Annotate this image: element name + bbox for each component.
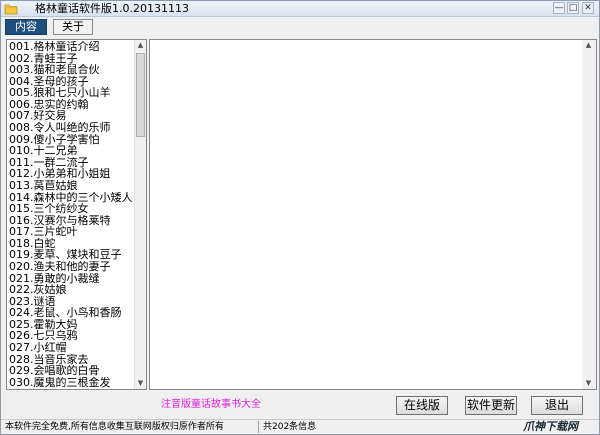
exit-button[interactable]: 退出: [531, 396, 583, 415]
story-list-item[interactable]: 014.森林中的三个小矮人: [8, 192, 134, 204]
content-scrollbar[interactable]: ▲ ▼: [582, 40, 596, 389]
minimize-button[interactable]: —: [553, 2, 565, 14]
story-list-item[interactable]: 012.小弟弟和小姐姐: [8, 168, 134, 180]
story-list-item[interactable]: 026.七只乌鸦: [8, 330, 134, 342]
story-list-item[interactable]: 015.三个纺纱女: [8, 203, 134, 215]
story-list-item[interactable]: 016.汉赛尔与格莱特: [8, 215, 134, 227]
story-list-item[interactable]: 013.莴苣姑娘: [8, 180, 134, 192]
story-list-item[interactable]: 024.老鼠、小鸟和香肠: [8, 307, 134, 319]
story-list-item[interactable]: 003.猫和老鼠合伙: [8, 64, 134, 76]
tab-content[interactable]: 内容: [5, 19, 47, 35]
watermark-logo: 爪神下载网: [523, 420, 578, 433]
story-list-item[interactable]: 017.三片蛇叶: [8, 226, 134, 238]
story-list-scrollbar[interactable]: ▲ ▼: [134, 40, 146, 389]
story-list-item[interactable]: 004.圣母的孩子: [8, 76, 134, 88]
story-list-items: 001.格林童话介绍 002.青蛙王子 003.猫和老鼠合伙 004.圣母的孩子 005…: [8, 41, 134, 388]
close-button[interactable]: ✕: [582, 2, 594, 14]
title-bar: 格林童话软件版1.0.20131113 — □ ✕: [1, 1, 599, 17]
story-list-item[interactable]: 029.会唱歌的白骨: [8, 365, 134, 377]
folder-icon: [4, 2, 18, 15]
story-list-item[interactable]: 025.霍勒大妈: [8, 319, 134, 331]
scrollbar-thumb[interactable]: [136, 53, 145, 137]
status-count: 共202条信息: [263, 422, 317, 432]
status-notice: 本软件完全免费,所有信息收集互联网版权归原作者所有: [5, 422, 224, 432]
story-list-item[interactable]: 030.魔鬼的三根金发: [8, 377, 134, 389]
app-window: 格林童话软件版1.0.20131113 — □ ✕ 内容 关于 001.格林童话…: [0, 0, 600, 435]
story-list-item[interactable]: 005.狼和七只小山羊: [8, 87, 134, 99]
story-list-item[interactable]: 027.小红帽: [8, 342, 134, 354]
story-list-item[interactable]: 008.令人叫绝的乐师: [8, 122, 134, 134]
story-list-item[interactable]: 010.十二兄弟: [8, 145, 134, 157]
software-update-button[interactable]: 软件更新: [465, 396, 517, 415]
status-bar: 本软件完全免费,所有信息收集互联网版权归原作者所有 共202条信息: [1, 419, 599, 434]
story-list-item[interactable]: 018.白蛇: [8, 238, 134, 250]
content-scroll-up-arrow-icon[interactable]: ▲: [582, 40, 595, 51]
tab-about[interactable]: 关于: [53, 19, 93, 35]
window-title: 格林童话软件版1.0.20131113: [35, 2, 189, 15]
story-list-item[interactable]: 011.一群二流子: [8, 157, 134, 169]
content-scroll-down-arrow-icon[interactable]: ▼: [582, 378, 595, 389]
story-list-item[interactable]: 006.忠实的约翰: [8, 99, 134, 111]
story-list[interactable]: 001.格林童话介绍 002.青蛙王子 003.猫和老鼠合伙 004.圣母的孩子 005…: [6, 39, 147, 390]
scroll-up-arrow-icon[interactable]: ▲: [135, 40, 146, 51]
story-list-item[interactable]: 028.当音乐家去: [8, 354, 134, 366]
online-version-button[interactable]: 在线版: [396, 396, 448, 415]
promo-link[interactable]: 注音版童话故事书大全: [161, 399, 261, 411]
story-list-item[interactable]: 021.勇敢的小裁缝: [8, 273, 134, 285]
story-list-item[interactable]: 019.麦草、煤块和豆子: [8, 249, 134, 261]
story-list-item[interactable]: 001.格林童话介绍: [8, 41, 134, 53]
story-list-item[interactable]: 002.青蛙王子: [8, 53, 134, 65]
story-content-area[interactable]: ▲ ▼: [149, 39, 597, 390]
story-list-item[interactable]: 009.傻小子学害怕: [8, 134, 134, 146]
scroll-down-arrow-icon[interactable]: ▼: [135, 378, 146, 389]
story-list-item[interactable]: 022.灰姑娘: [8, 284, 134, 296]
status-divider: [258, 421, 259, 433]
story-list-item[interactable]: 023.谜语: [8, 296, 134, 308]
maximize-button[interactable]: □: [567, 2, 579, 14]
story-list-item[interactable]: 020.渔夫和他的妻子: [8, 261, 134, 273]
story-list-item[interactable]: 007.好交易: [8, 110, 134, 122]
